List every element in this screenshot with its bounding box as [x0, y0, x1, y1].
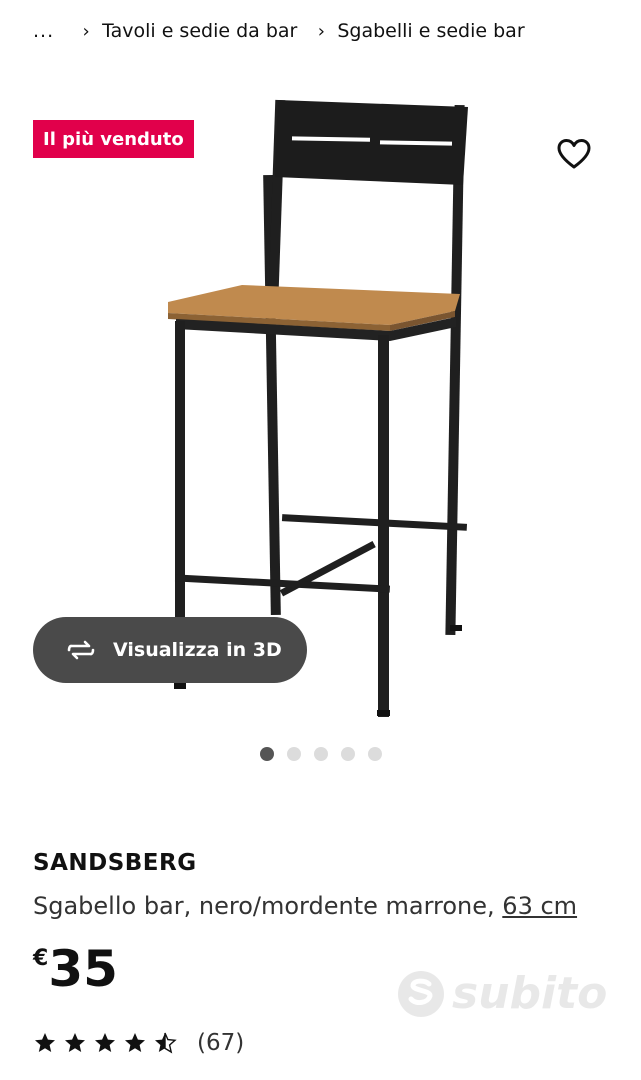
product-size-link[interactable]: 63 cm	[502, 892, 577, 920]
half-star-icon	[155, 1032, 177, 1054]
price-currency: €	[33, 946, 49, 971]
gallery-dot-3[interactable]	[314, 747, 328, 761]
gallery-dot-5[interactable]	[368, 747, 382, 761]
product-name: SANDSBERG	[33, 850, 197, 876]
chevron-right-icon: ›	[82, 20, 90, 42]
product-description: Sgabello bar, nero/mordente marrone, 63 …	[33, 892, 577, 920]
product-description-text: Sgabello bar, nero/mordente marrone,	[33, 892, 503, 920]
rating-stars	[33, 1031, 177, 1055]
watermark: subito	[396, 968, 607, 1019]
star-icon	[65, 1033, 85, 1052]
breadcrumb-link-tavoli-sedie-bar[interactable]: Tavoli e sedie da bar	[102, 20, 297, 42]
product-price: € 35	[33, 938, 118, 1000]
gallery-dot-4[interactable]	[341, 747, 355, 761]
view-3d-label: Visualizza in 3D	[113, 639, 282, 661]
subito-logo-icon	[398, 970, 444, 1017]
chevron-right-icon: ›	[317, 20, 325, 42]
star-icon	[125, 1033, 145, 1052]
breadcrumb-ellipsis[interactable]: ...	[33, 20, 54, 42]
product-rating[interactable]: (67)	[33, 1030, 244, 1056]
gallery-pagination	[260, 747, 382, 761]
rotate-3d-icon	[67, 640, 95, 660]
gallery-dot-1[interactable]	[260, 747, 274, 761]
view-3d-button[interactable]: Visualizza in 3D	[33, 617, 307, 683]
product-gallery: Il più venduto Visualizza in 3D	[0, 70, 641, 770]
watermark-text: subito	[452, 968, 608, 1019]
gallery-dot-2[interactable]	[287, 747, 301, 761]
review-count[interactable]: (67)	[197, 1030, 244, 1056]
star-icon	[95, 1033, 115, 1052]
heart-icon	[557, 139, 591, 169]
breadcrumb: ... › Tavoli e sedie da bar › Sgabelli e…	[33, 18, 539, 44]
price-amount: 35	[48, 940, 118, 998]
breadcrumb-link-sgabelli-sedie-bar[interactable]: Sgabelli e sedie bar	[337, 20, 524, 42]
wishlist-button[interactable]	[555, 136, 593, 172]
star-icon	[35, 1033, 55, 1052]
